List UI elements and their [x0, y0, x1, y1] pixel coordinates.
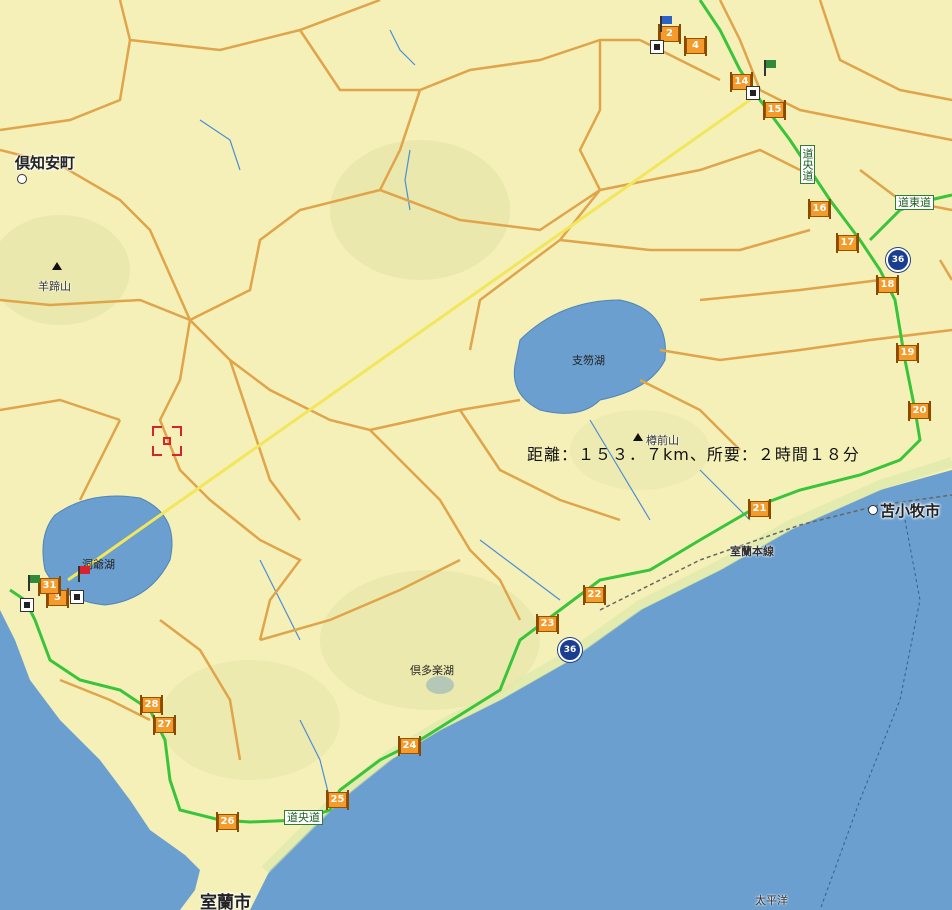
ic-marker[interactable]: 16: [808, 199, 831, 219]
start-flag-icon[interactable]: [660, 16, 672, 32]
lake-shikotsu-label: 支笏湖: [572, 354, 605, 367]
ic-marker[interactable]: 19: [896, 343, 919, 363]
ic-marker[interactable]: 17: [836, 233, 859, 253]
ic-marker[interactable]: 18: [876, 275, 899, 295]
route-36-shield: 36: [558, 638, 582, 662]
ic-marker[interactable]: 25: [326, 790, 349, 810]
city-tomakomai-label[interactable]: 苫小牧市: [880, 500, 940, 521]
end-flag-icon[interactable]: [28, 575, 40, 591]
route-36-shield: 36: [886, 248, 910, 272]
end-flag-icon[interactable]: [764, 60, 776, 76]
city-muroran-label[interactable]: 室蘭市: [200, 888, 251, 910]
mountain-yoteizan-label: 羊蹄山: [38, 280, 71, 293]
road-label-doo-south: 道央道: [284, 810, 323, 825]
map-view[interactable]: 倶知安町 苫小牧市 室蘭市 羊蹄山 樽前山 支笏湖 洞爺湖 倶多楽湖 道央道 道…: [0, 0, 952, 910]
ic-marker[interactable]: 15: [763, 100, 786, 120]
road-label-doo: 道央道: [800, 145, 815, 184]
goal-flag-icon[interactable]: [78, 566, 90, 582]
poi-icon[interactable]: [650, 40, 664, 54]
city-tomakomai-dot: [868, 505, 878, 515]
rail-label-muroran: 室蘭本線: [730, 545, 774, 558]
distance-readout: 距離：１５３．７km、所要：２時間１８分: [527, 445, 860, 464]
ic-marker[interactable]: 20: [908, 401, 931, 421]
ic-marker[interactable]: 4: [684, 36, 707, 56]
poi-icon[interactable]: [20, 598, 34, 612]
sea-area-west: [0, 610, 200, 910]
poi-icon[interactable]: [746, 86, 760, 100]
ic-marker[interactable]: 21: [748, 499, 771, 519]
city-kutchan-dot: [17, 174, 27, 184]
ic-marker[interactable]: 28: [140, 695, 163, 715]
ic-marker[interactable]: 27: [153, 715, 176, 735]
lake-kuttara-label: 倶多楽湖: [410, 664, 454, 677]
sea-label: 太平洋: [755, 894, 788, 907]
road-label-doto: 道東道: [895, 195, 934, 210]
ic-marker[interactable]: 23: [536, 614, 559, 634]
peak-icon: [52, 262, 62, 270]
ic-marker[interactable]: 22: [583, 585, 606, 605]
poi-icon[interactable]: [70, 590, 84, 604]
ic-marker[interactable]: 24: [398, 736, 421, 756]
peak-icon: [633, 433, 643, 441]
ic-marker[interactable]: 26: [216, 812, 239, 832]
city-kutchan-label[interactable]: 倶知安町: [15, 152, 75, 173]
ic-marker[interactable]: 31: [38, 576, 61, 596]
crosshair-icon: [152, 426, 182, 456]
